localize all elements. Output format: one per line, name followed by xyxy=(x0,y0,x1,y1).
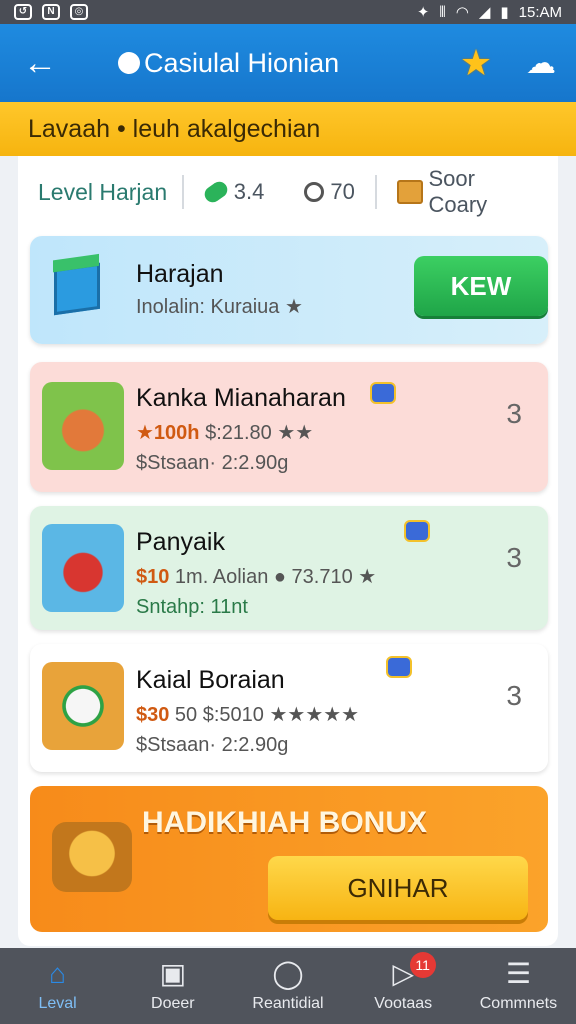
game-thumbnail-icon xyxy=(42,382,124,470)
nav-item-leval[interactable]: ⌂ Leval xyxy=(0,948,115,1024)
status-bar: ↺ N ◎ ✦ ⫴ ◠ ◢ ▮ 15:AM xyxy=(0,0,576,24)
ring-icon: ◯ xyxy=(272,958,304,989)
app-title-text: Casiulal Hionian xyxy=(144,47,340,78)
game-thumbnail-icon xyxy=(42,662,124,750)
card-name: Harajan xyxy=(136,260,224,288)
nav-item-vootaas[interactable]: ▷ 11 Vootaas xyxy=(346,948,461,1024)
cloud-icon[interactable]: ☁ xyxy=(506,46,576,81)
rank-number: 3 xyxy=(506,542,522,573)
game-stats: ★100h $:21.80 ★★ xyxy=(136,422,314,444)
star-icon[interactable]: ★ xyxy=(446,42,506,84)
app-bar: ← Casiulal Hionian ★ ☁ xyxy=(0,24,576,102)
stat2-value: 70 xyxy=(330,179,355,204)
notification-icon-2: N xyxy=(42,4,60,20)
claim-bonus-button[interactable]: GNIHAR xyxy=(268,856,528,920)
notification-icon: ↺ xyxy=(14,4,32,20)
info-bar: Level Harjan 3.4 70 Soor Coary xyxy=(18,156,558,228)
nav-item-reantidial[interactable]: ◯ Reantidial xyxy=(230,948,345,1024)
game-stats-secondary: $Stsaan· 2:2.90g xyxy=(136,452,289,474)
level-label: Level Harjan xyxy=(38,178,168,205)
nav-item-commnets[interactable]: ☰ Commnets xyxy=(461,948,576,1024)
stack-icon: ☰ xyxy=(505,958,531,989)
featured-card[interactable]: Harajan Inolalin: Kuraiua ★ KEW xyxy=(30,236,548,344)
bonus-title: HADIKHIAH BONUX xyxy=(142,806,427,839)
game-name: Panyaik xyxy=(136,528,225,556)
subtitle-banner: Lavaah • leuh akalgechian xyxy=(0,102,576,156)
notification-badge: 11 xyxy=(409,952,436,978)
game-stats-secondary: Sntahp: 11nt xyxy=(136,596,248,618)
game-name: Kaial Boraian xyxy=(136,666,285,694)
bottom-navigation: ⌂ Leval ▣ Doeer ◯ Reantidial ▷ 11 Vootaa… xyxy=(0,948,576,1024)
rank-number: 3 xyxy=(506,680,522,711)
pill-icon xyxy=(201,178,231,206)
badge-icon xyxy=(370,382,396,404)
app-title: Casiulal Hionian xyxy=(80,48,446,79)
main-panel: Level Harjan 3.4 70 Soor Coary Harajan I… xyxy=(18,156,558,946)
nav-label: Leval xyxy=(38,995,77,1012)
stat3-value: Soor Coary xyxy=(428,166,488,217)
stat-pill: 3.4 xyxy=(184,178,285,206)
rank-number: 3 xyxy=(506,398,522,429)
badge-icon xyxy=(386,656,412,678)
nav-label: Doeer xyxy=(151,995,195,1012)
nav-item-doeer[interactable]: ▣ Doeer xyxy=(115,948,230,1024)
game-stats: $10 1m. Aolian ● 73.710 ★ xyxy=(136,566,377,588)
notification-icon-3: ◎ xyxy=(70,4,88,20)
box-icon xyxy=(396,180,423,204)
game-card[interactable]: Panyaik $10 1m. Aolian ● 73.710 ★ Sntahp… xyxy=(30,506,548,630)
nav-label: Commnets xyxy=(479,995,558,1012)
game-stats: $30 50 $:5010 ★★★★★ xyxy=(136,704,360,726)
gear-icon xyxy=(304,182,325,202)
app-logo-icon xyxy=(118,52,140,74)
stat1-value: 3.4 xyxy=(233,179,265,204)
battery-icon: ▮ xyxy=(500,4,509,21)
nav-label: Reantidial xyxy=(252,995,324,1012)
card-subtitle: Inolalin: Kuraiua ★ xyxy=(136,296,303,318)
game-thumbnail-icon xyxy=(42,524,124,612)
banner-text: Lavaah • leuh akalgechian xyxy=(28,114,321,143)
home-icon: ⌂ xyxy=(49,958,67,989)
stat-gear: 70 xyxy=(284,179,374,205)
box-3d-icon xyxy=(54,262,100,316)
nav-label: Vootaas xyxy=(374,995,433,1012)
badge-icon xyxy=(404,520,430,542)
new-button[interactable]: KEW xyxy=(414,256,548,316)
back-arrow-icon[interactable]: ← xyxy=(0,46,80,80)
screen-icon: ▣ xyxy=(159,958,187,989)
wifi-icon: ◠ xyxy=(455,4,469,21)
chest-icon xyxy=(52,822,132,892)
location-icon: ✦ xyxy=(416,4,430,21)
game-stats-secondary: $Stsaan· 2:2.90g xyxy=(136,734,289,756)
game-card[interactable]: Kanka Mianaharan ★100h $:21.80 ★★ $Stsaa… xyxy=(30,362,548,492)
status-time: 15:AM xyxy=(518,3,562,21)
bonus-banner: HADIKHIAH BONUX GNIHAR xyxy=(30,786,548,932)
vibrate-icon: ⫴ xyxy=(439,3,446,21)
stat-box[interactable]: Soor Coary xyxy=(377,166,558,218)
game-name: Kanka Mianaharan xyxy=(136,384,346,412)
game-card[interactable]: Kaial Boraian $30 50 $:5010 ★★★★★ $Stsaa… xyxy=(30,644,548,772)
signal-icon: ◢ xyxy=(478,4,491,21)
